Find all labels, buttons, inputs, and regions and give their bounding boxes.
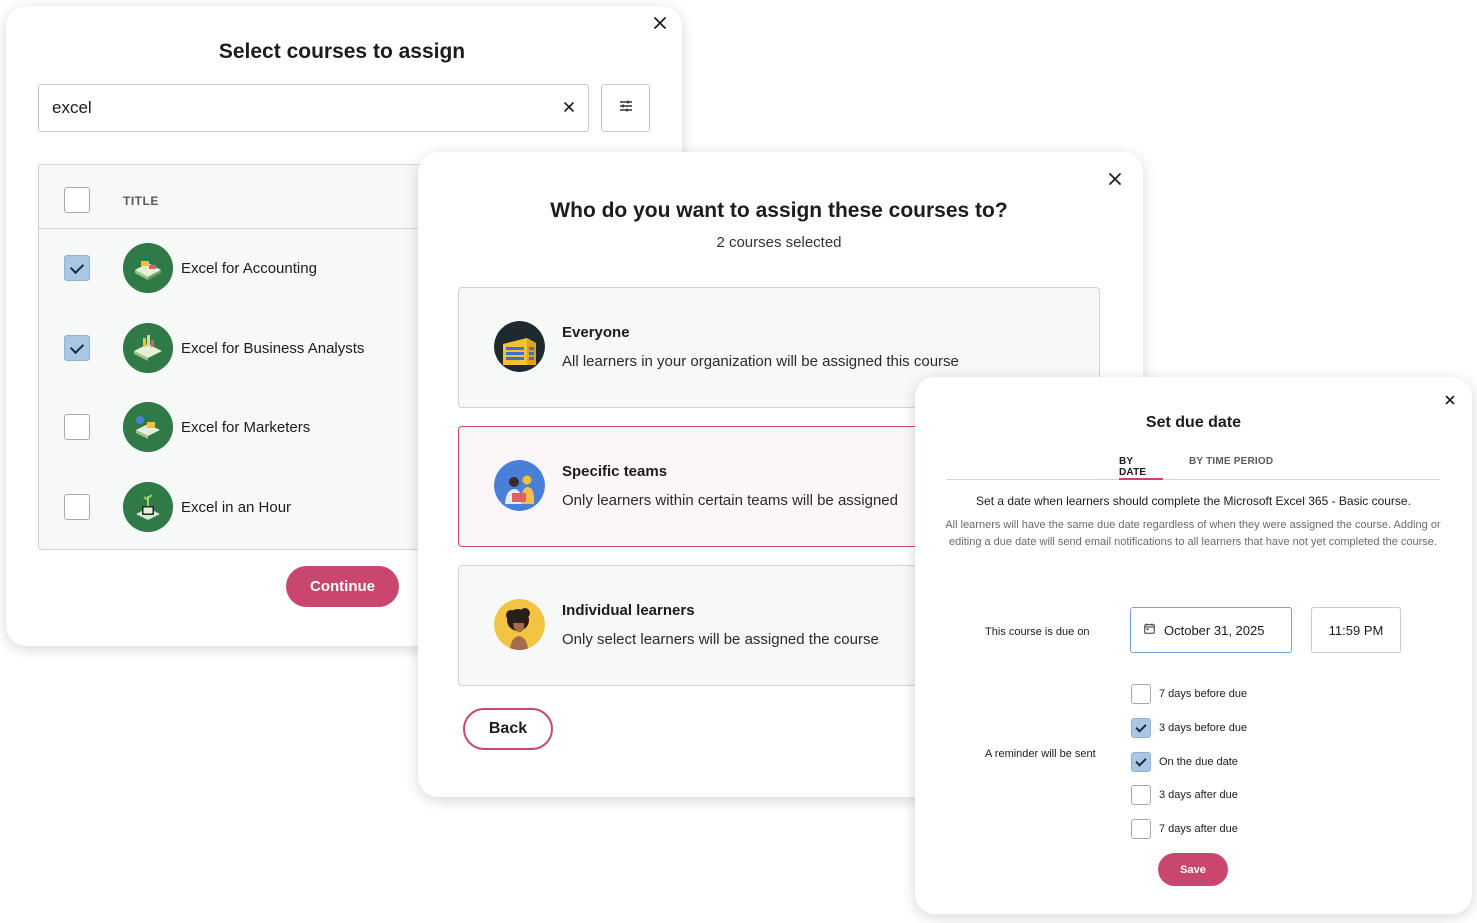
reminder-checkbox[interactable] <box>1131 751 1151 772</box>
reminder-checkbox[interactable] <box>1131 684 1151 704</box>
reminder-label: A reminder will be sent <box>985 748 1096 760</box>
due-date-note: All learners will have the same due date… <box>945 519 1441 548</box>
time-picker-field[interactable]: 11:59 PM <box>1311 607 1401 653</box>
option-title: Specific teams <box>562 463 668 480</box>
ledger-illustration-icon <box>123 243 173 293</box>
dialog-title: Who do you want to assign these courses … <box>550 199 1008 222</box>
reminder-option-label: 7 days after due <box>1159 823 1238 836</box>
row-checkbox[interactable] <box>64 334 90 361</box>
reminder-option[interactable]: 3 days after due <box>1131 785 1238 806</box>
reminder-option-label: 3 days before due <box>1159 721 1248 734</box>
row-checkbox[interactable] <box>64 255 90 281</box>
reminder-option-label: 3 days after due <box>1159 789 1238 802</box>
close-icon[interactable] <box>1106 170 1124 188</box>
team-icon <box>494 460 545 511</box>
save-button[interactable]: Save <box>1158 853 1228 886</box>
megaphone-illustration-icon <box>123 402 173 452</box>
option-description: Only select learners will be assigned th… <box>562 631 879 648</box>
time-value: 11:59 PM <box>1328 622 1384 638</box>
search-input[interactable] <box>52 98 532 118</box>
row-checkbox[interactable] <box>64 493 90 520</box>
plant-device-illustration-icon <box>123 481 173 532</box>
reminder-checkbox[interactable] <box>1131 717 1151 738</box>
set-due-date-dialog: Set due date BY DATE BY TIME PERIOD Set … <box>915 377 1472 914</box>
course-title: Excel for Business Analysts <box>181 339 365 357</box>
reminder-option[interactable]: 7 days after due <box>1131 819 1238 840</box>
row-checkbox[interactable] <box>64 414 90 440</box>
reminder-option-label: On the due date <box>1159 755 1238 768</box>
sliders-icon <box>619 99 633 118</box>
reminder-option[interactable]: 7 days before due <box>1131 684 1247 704</box>
column-header-title: TITLE <box>123 194 159 208</box>
date-value: October 31, 2025 <box>1164 622 1265 638</box>
continue-button[interactable]: Continue <box>286 566 399 607</box>
courses-selected-count: 2 courses selected <box>716 234 842 251</box>
course-title: Excel for Accounting <box>181 260 317 277</box>
reminder-option-label: 7 days before due <box>1159 688 1248 700</box>
reminder-option[interactable]: On the due date <box>1131 751 1238 772</box>
option-title: Everyone <box>562 324 630 341</box>
select-all-checkbox[interactable] <box>64 187 90 213</box>
dialog-title: Set due date <box>1145 414 1242 431</box>
due-on-label: This course is due on <box>985 626 1090 638</box>
course-title: Excel for Marketers <box>181 419 311 436</box>
reminder-option[interactable]: 3 days before due <box>1131 717 1248 738</box>
clear-search-icon[interactable] <box>562 100 576 114</box>
option-description: Only learners within certain teams will … <box>562 492 898 509</box>
date-picker-field[interactable]: October 31, 2025 <box>1130 607 1292 653</box>
due-date-tabs: BY DATE BY TIME PERIOD <box>946 454 1440 480</box>
close-icon[interactable] <box>651 14 669 32</box>
tab-by-date[interactable]: BY DATE <box>1119 456 1163 480</box>
close-icon[interactable] <box>1443 393 1457 407</box>
filter-button[interactable] <box>601 84 650 132</box>
calendar-icon <box>1144 621 1155 639</box>
option-description: All learners in your organization will b… <box>562 353 959 370</box>
search-field[interactable] <box>38 84 589 132</box>
tab-by-time-period[interactable]: BY TIME PERIOD <box>1189 456 1273 480</box>
back-button[interactable]: Back <box>463 708 553 750</box>
reminder-checkbox[interactable] <box>1131 785 1151 806</box>
option-title: Individual learners <box>562 602 695 619</box>
course-title: Excel in an Hour <box>181 498 292 516</box>
person-icon <box>494 599 545 650</box>
building-icon <box>494 321 545 372</box>
due-date-instruction: Set a date when learners should complete… <box>976 494 1411 508</box>
reminder-checkbox[interactable] <box>1131 819 1151 840</box>
dialog-title: Select courses to assign <box>218 40 466 63</box>
charts-illustration-icon <box>123 322 173 373</box>
